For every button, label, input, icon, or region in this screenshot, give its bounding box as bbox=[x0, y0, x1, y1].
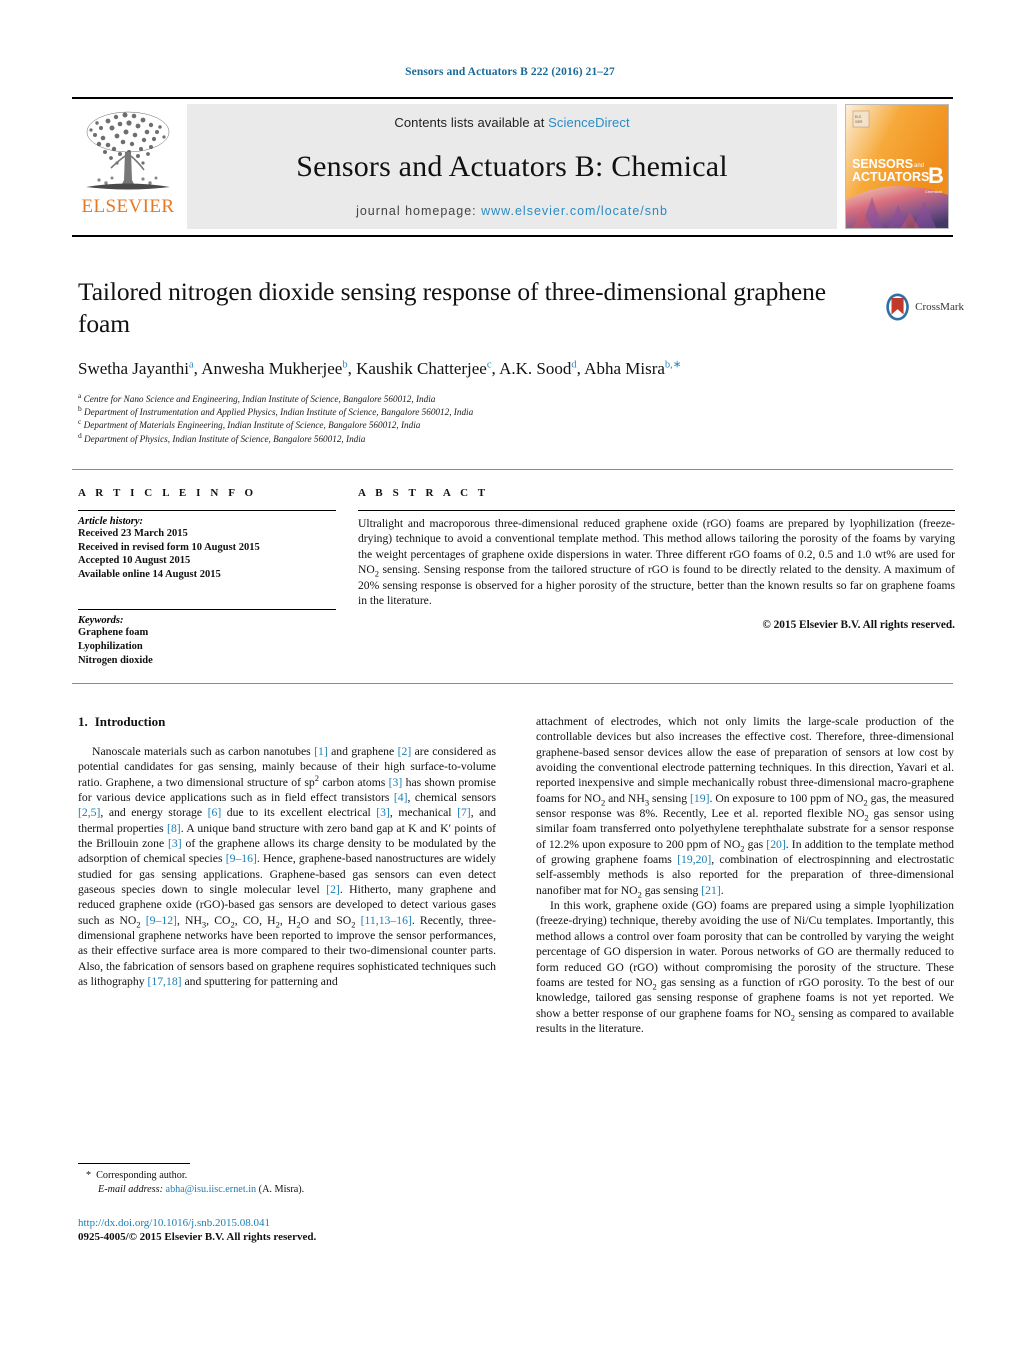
elsevier-wordmark: ELSEVIER bbox=[81, 196, 175, 217]
author-affil-mark: b bbox=[342, 359, 348, 371]
section-heading-introduction: 1. Introduction bbox=[78, 714, 496, 730]
footnote-star: * bbox=[86, 1170, 92, 1181]
article-history-accepted: Accepted 10 August 2015 bbox=[78, 555, 191, 567]
journal-title: Sensors and Actuators B: Chemical bbox=[296, 150, 728, 183]
email-line: E-mail address: abha@isu.iisc.ernet.in (… bbox=[78, 1183, 496, 1197]
doi-footer: http://dx.doi.org/10.1016/j.snb.2015.08.… bbox=[78, 1216, 508, 1244]
body-column-left: 1. Introduction Nanoscale materials such … bbox=[78, 714, 496, 1036]
affiliation-item: a Centre for Nano Science and Engineerin… bbox=[78, 390, 868, 406]
intro-paragraph-right-1: attachment of electrodes, which not only… bbox=[536, 715, 954, 900]
page-title: Tailored nitrogen dioxide sensing respon… bbox=[78, 277, 827, 338]
article-history-revised: Received in revised form 10 August 2015 bbox=[78, 541, 260, 553]
affiliation-text: Department of Physics, Indian Institute … bbox=[84, 433, 366, 444]
issn-copyright-line: 0925-4005/© 2015 Elsevier B.V. All right… bbox=[78, 1231, 317, 1243]
cover-letter-sub: Chemical bbox=[925, 189, 942, 194]
svg-text:VIER: VIER bbox=[855, 120, 863, 124]
author-affil-mark: c bbox=[486, 359, 492, 371]
affiliation-mark: a bbox=[78, 390, 82, 400]
affiliation-mark: c bbox=[78, 417, 82, 427]
keywords-label: Keywords: bbox=[78, 615, 124, 627]
keyword-item: Graphene foam bbox=[78, 627, 149, 639]
cover-and: and bbox=[914, 163, 924, 169]
intro-paragraph-left: Nanoscale materials such as carbon nanot… bbox=[78, 745, 497, 989]
journal-cover-thumbnail: ELS VIER SENSORS and ACTUATORS B Chemical bbox=[845, 104, 949, 229]
crossmark-icon bbox=[886, 293, 909, 321]
author-entry: A.K. Soodd bbox=[499, 359, 577, 378]
article-info-heading: A R T I C L E I N F O bbox=[78, 487, 257, 499]
contents-lists-line: Contents lists available at ScienceDirec… bbox=[394, 115, 629, 130]
corresponding-author-line: * Corresponding author. bbox=[78, 1169, 496, 1183]
affiliation-item: d Department of Physics, Indian Institut… bbox=[78, 430, 868, 446]
author-name: Swetha Jayanthi bbox=[78, 359, 189, 378]
email-link[interactable]: abha@isu.iisc.ernet.in bbox=[166, 1184, 257, 1195]
elsevier-logo: ELSEVIER bbox=[72, 99, 184, 235]
abstract-rule bbox=[358, 510, 955, 511]
article-history-received: Received 23 March 2015 bbox=[78, 528, 188, 539]
email-label: E-mail address: bbox=[98, 1183, 163, 1195]
corresponding-author-footnote: * Corresponding author. E-mail address: a… bbox=[78, 1163, 496, 1196]
author-entry: Swetha Jayanthia bbox=[78, 359, 194, 378]
affiliation-text: Centre for Nano Science and Engineering,… bbox=[83, 394, 436, 404]
crossmark-label: CrossMark bbox=[915, 301, 964, 313]
abstract-text: Ultralight and macroporous three-dimensi… bbox=[358, 517, 955, 608]
author-name: Abha Misra bbox=[584, 359, 665, 378]
article-history-label: Article history: bbox=[78, 516, 144, 527]
author-affil-mark: b,∗ bbox=[664, 359, 682, 371]
homepage-link[interactable]: www.elsevier.com/locate/snb bbox=[481, 204, 668, 218]
section-number: 1. bbox=[78, 714, 88, 729]
info-band-bottom-rule bbox=[72, 683, 953, 684]
affiliation-text: Department of Instrumentation and Applie… bbox=[84, 407, 474, 418]
article-info-rule bbox=[78, 510, 336, 511]
journal-band: Contents lists available at ScienceDirec… bbox=[187, 104, 837, 229]
author-entry: Anwesha Mukherjeeb bbox=[201, 359, 347, 378]
affiliation-item: c Department of Materials Engineering, I… bbox=[78, 417, 868, 432]
intro-paragraph-right-2: In this work, graphene oxide (GO) foams … bbox=[536, 899, 954, 1035]
running-head-citation: Sensors and Actuators B 222 (2016) 21–27 bbox=[405, 66, 615, 78]
abstract-copyright: © 2015 Elsevier B.V. All rights reserved… bbox=[762, 619, 955, 632]
affiliation-text: Department of Materials Engineering, Ind… bbox=[83, 420, 421, 431]
section-title: Introduction bbox=[94, 714, 166, 729]
author-entry: Kaushik Chatterjeec bbox=[356, 359, 491, 378]
doi-link[interactable]: http://dx.doi.org/10.1016/j.snb.2015.08.… bbox=[78, 1216, 508, 1230]
affiliation-list: a Centre for Nano Science and Engineerin… bbox=[78, 390, 868, 446]
svg-text:ELS: ELS bbox=[855, 115, 861, 119]
body-columns: 1. Introduction Nanoscale materials such … bbox=[78, 714, 955, 1036]
author-entry: Abha Misrab,∗ bbox=[584, 359, 681, 378]
keyword-item: Lyophilization bbox=[78, 640, 143, 652]
article-info-column: A R T I C L E I N F O Article history: R… bbox=[78, 487, 336, 667]
keywords-rule bbox=[78, 609, 336, 611]
contents-prefix: Contents lists available at bbox=[394, 115, 549, 130]
cover-artwork: ELSVIER SENSORS and ACTUATORS B Chemical bbox=[846, 105, 948, 228]
journal-homepage-line: journal homepage: www.elsevier.com/locat… bbox=[356, 204, 668, 218]
author-affil-mark: d bbox=[571, 359, 577, 371]
author-name: Kaushik Chatterjee bbox=[356, 359, 487, 378]
cover-line2: ACTUATORS bbox=[852, 170, 929, 184]
crossmark-badge[interactable]: CrossMark bbox=[884, 286, 964, 328]
elsevier-tree-icon bbox=[86, 111, 170, 190]
abstract-column: A B S T R A C T Ultralight and macroporo… bbox=[358, 487, 955, 631]
keyword-item: Nitrogen dioxide bbox=[78, 654, 153, 666]
cover-line1: SENSORS bbox=[852, 157, 913, 171]
paper-page: Sensors and Actuators B 222 (2016) 21–27 bbox=[0, 0, 1020, 1351]
homepage-prefix: journal homepage: bbox=[356, 204, 482, 218]
author-affil-mark: a bbox=[188, 359, 194, 371]
author-name: Anwesha Mukherjee bbox=[201, 359, 343, 378]
journal-masthead: ELSEVIER Contents lists available at Sci… bbox=[72, 97, 953, 237]
body-column-right: attachment of electrodes, which not only… bbox=[536, 714, 954, 1036]
info-band-top-rule bbox=[72, 469, 953, 470]
sciencedirect-link[interactable]: ScienceDirect bbox=[548, 115, 630, 130]
affiliation-mark: b bbox=[78, 404, 82, 414]
affiliation-mark: d bbox=[78, 430, 82, 440]
abstract-heading: A B S T R A C T bbox=[358, 487, 489, 499]
title-block: Tailored nitrogen dioxide sensing respon… bbox=[78, 276, 868, 446]
corresponding-author-text: Corresponding author. bbox=[96, 1170, 188, 1181]
affiliation-item: b Department of Instrumentation and Appl… bbox=[78, 404, 868, 419]
author-name: A.K. Sood bbox=[499, 359, 572, 378]
footnote-rule bbox=[78, 1163, 190, 1164]
author-list: Swetha Jayanthia, Anwesha Mukherjeeb, Ka… bbox=[78, 359, 682, 378]
email-suffix: (A. Misra). bbox=[258, 1183, 305, 1195]
article-history-online: Available online 14 August 2015 bbox=[78, 568, 221, 580]
cover-letter: B bbox=[928, 163, 944, 188]
